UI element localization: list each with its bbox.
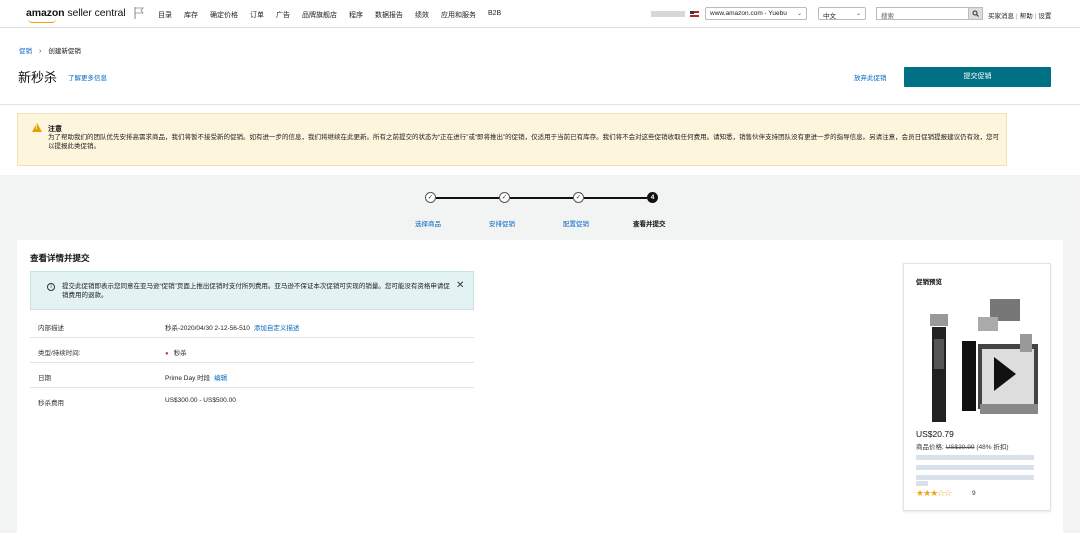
step-label-configure[interactable]: 配置促销	[563, 218, 589, 228]
edit-date-link[interactable]: 编辑	[214, 375, 227, 382]
chevron-down-icon: ⌄	[796, 11, 802, 17]
nav-item-advertising[interactable]: 广告	[276, 10, 290, 20]
search-placeholder: 搜索	[881, 13, 894, 20]
step-label-select-products[interactable]: 选择商品	[415, 218, 441, 228]
nav-item-orders[interactable]: 订单	[250, 10, 264, 20]
row-label: 内部描述	[38, 325, 64, 332]
nav-item-apps[interactable]: 应用和服务	[441, 10, 476, 20]
search-input[interactable]: 搜索	[876, 7, 968, 20]
chevron-right-icon: ›	[39, 48, 42, 55]
step-2-check-icon[interactable]: ✓	[499, 192, 510, 203]
warning-banner: 注意 为了帮助我们的团队优先安排高需求商品，我们将暂不接受新的促销。如有进一步的…	[17, 113, 1007, 166]
breadcrumb: 促销 › 创建新促销	[19, 45, 81, 55]
product-image	[930, 299, 1038, 422]
search-button[interactable]	[968, 7, 983, 20]
row-value: ● 秒杀	[165, 347, 187, 357]
detail-row-type: 类型/持续时间: ● 秒杀	[30, 338, 474, 363]
row-label: 日期	[38, 375, 51, 382]
warning-body: 为了帮助我们的团队优先安排高需求商品，我们将暂不接受新的促销。如有进一步的信息，…	[48, 134, 1000, 150]
add-description-link[interactable]: 添加自定义描述	[254, 325, 300, 332]
divider: |	[1034, 13, 1037, 20]
nav-menu: 目录 库存 确定价格 订单 广告 品牌旗舰店 程序 数据报告 绩效 应用和服务 …	[158, 10, 513, 20]
messages-link[interactable]: 买家消息	[988, 13, 1014, 20]
language-select[interactable]: 中文 ⌄	[818, 7, 866, 20]
top-links: 买家消息 | 帮助 | 设置	[988, 10, 1051, 20]
preview-title: 促销预览	[916, 279, 942, 286]
lightning-deal-icon: ●	[165, 351, 169, 357]
step-connector	[584, 197, 647, 199]
top-nav: amazon seller central 目录 库存 确定价格 订单 广告 品…	[0, 0, 1080, 28]
detail-row-fee: 秒杀费用 US$300.00 - US$500.00	[30, 388, 474, 413]
learn-more-link[interactable]: 了解更多信息	[68, 72, 107, 82]
product-title-redacted	[916, 465, 1034, 470]
nav-item-catalog[interactable]: 目录	[158, 10, 172, 20]
warning-icon	[32, 123, 42, 132]
description-value: 秒杀-2020/04/30 2-12-56-510	[165, 325, 250, 332]
list-price-label: 商品价格:	[916, 444, 944, 451]
divider	[0, 104, 1080, 105]
type-value: 秒杀	[173, 350, 187, 357]
abandon-promotion-link[interactable]: 放弃此促销	[854, 72, 887, 82]
deal-price: US$20.79	[916, 429, 954, 439]
nav-item-b2b[interactable]: B2B	[488, 10, 501, 20]
step-3-check-icon[interactable]: ✓	[573, 192, 584, 203]
detail-row-date: 日期 Prime Day 时段 编辑	[30, 363, 474, 388]
nav-item-programs[interactable]: 程序	[349, 10, 363, 20]
nav-item-stores[interactable]: 品牌旗舰店	[302, 10, 337, 20]
divider: |	[1016, 13, 1018, 20]
row-value: Prime Day 时段 编辑	[165, 372, 227, 382]
breadcrumb-promotions[interactable]: 促销	[19, 48, 32, 55]
info-alert: i 提交此促销即表示您同意在亚马逊“促销”页面上推出促销时支付所列费用。亚马逊不…	[30, 271, 474, 310]
info-text: 提交此促销即表示您同意在亚马逊“促销”页面上推出促销时支付所列费用。亚马逊不保证…	[62, 283, 450, 299]
row-label: 秒杀费用	[38, 400, 64, 407]
rating-stars-icon: ★★★☆☆	[916, 488, 952, 498]
breadcrumb-current: 创建新促销	[48, 48, 81, 55]
search-icon	[972, 10, 979, 17]
nav-item-inventory[interactable]: 库存	[184, 10, 198, 20]
chevron-down-icon: ⌄	[855, 11, 861, 17]
account-name-redacted	[651, 11, 685, 17]
language-value: 中文	[823, 13, 836, 20]
nav-item-performance[interactable]: 绩效	[415, 10, 429, 20]
row-label: 类型/持续时间:	[38, 350, 81, 357]
seller-central-logo[interactable]: amazon seller central	[26, 7, 126, 23]
step-label-schedule[interactable]: 安排促销	[489, 218, 515, 228]
close-icon[interactable]: ✕	[456, 280, 464, 291]
row-value: 秒杀-2020/04/30 2-12-56-510 添加自定义描述	[165, 322, 299, 332]
logo-sub: seller central	[64, 7, 126, 19]
step-1-check-icon[interactable]: ✓	[425, 192, 436, 203]
list-price-row: 商品价格: US$39.99 (48% 折扣)	[916, 441, 1009, 451]
list-price: US$39.99	[945, 444, 975, 451]
us-flag-icon	[690, 11, 699, 17]
submit-promotion-button[interactable]: 提交促销	[904, 67, 1051, 87]
marketplace-select[interactable]: www.amazon.com - Yuebu ⌄	[705, 7, 807, 20]
step-connector	[510, 197, 573, 199]
product-title-redacted	[916, 475, 1034, 480]
product-title-redacted	[916, 455, 1034, 460]
logo-smile-icon	[28, 19, 56, 23]
step-4-indicator: 4	[647, 192, 658, 203]
progress-stepper: ✓ ✓ ✓ 4	[425, 192, 658, 204]
fee-value: US$300.00 - US$500.00	[165, 397, 236, 404]
step-label-review: 查看并提交	[633, 221, 666, 228]
promotion-preview: 促销预览 US$20.79 商品价格: US$39.99 (48% 折扣) ★★…	[903, 263, 1051, 511]
section-title: 查看详情并提交	[30, 253, 90, 263]
info-icon: i	[47, 283, 55, 291]
step-connector	[436, 197, 499, 199]
help-link[interactable]: 帮助	[1020, 13, 1033, 20]
discount: (48% 折扣)	[976, 444, 1009, 451]
review-count: 9	[972, 490, 976, 497]
product-title-redacted	[916, 481, 928, 486]
settings-link[interactable]: 设置	[1038, 13, 1051, 20]
nav-item-pricing[interactable]: 确定价格	[210, 10, 238, 20]
detail-row-description: 内部描述 秒杀-2020/04/30 2-12-56-510 添加自定义描述	[30, 313, 474, 338]
nav-item-reports[interactable]: 数据报告	[375, 10, 403, 20]
logo-brand: amazon	[26, 7, 65, 19]
marketplace-value: www.amazon.com - Yuebu	[710, 10, 787, 17]
date-value: Prime Day 时段	[165, 375, 211, 382]
page-title: 新秒杀	[18, 70, 58, 85]
flag-icon[interactable]	[134, 7, 144, 19]
